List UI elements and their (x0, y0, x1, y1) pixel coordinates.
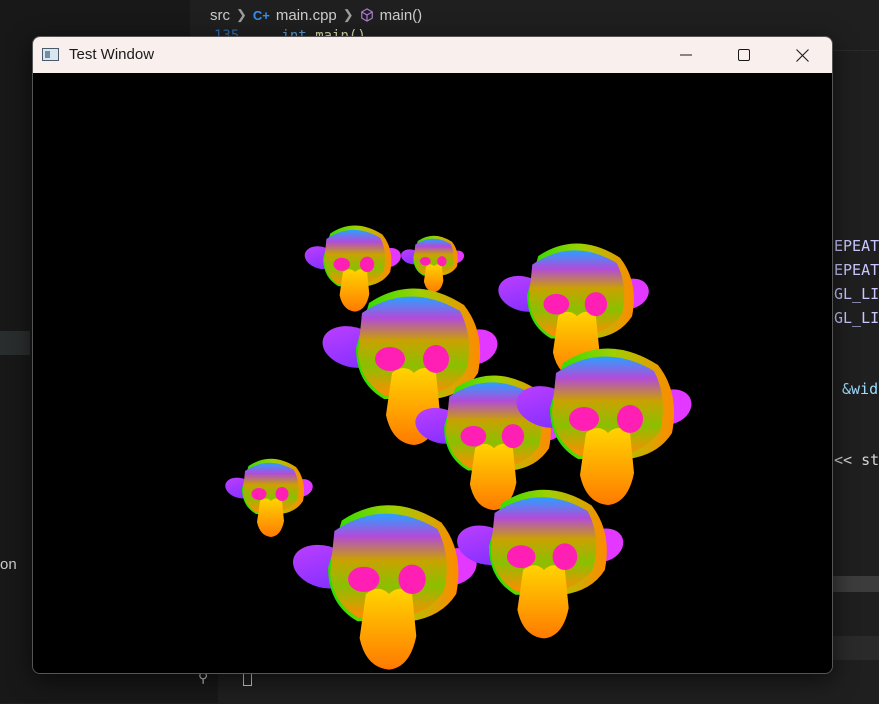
window-title: Test Window (69, 46, 155, 63)
breadcrumb-symbol[interactable]: main() (380, 7, 423, 24)
close-icon (795, 48, 809, 62)
code-fragment: << st (834, 451, 879, 469)
code-fragment: EPEAT (834, 237, 879, 255)
maximize-button[interactable] (715, 37, 773, 73)
editor-visible-area (832, 50, 879, 704)
method-cube-icon (360, 8, 373, 22)
close-button[interactable] (773, 37, 831, 73)
code-fragment: GL_LI (834, 285, 879, 303)
sidebar-selected-row[interactable] (0, 331, 30, 355)
cpp-file-icon: C+ (252, 7, 270, 23)
breadcrumb-folder[interactable]: src (210, 7, 230, 24)
monkey-head (222, 458, 316, 537)
sidebar-text-fragment: on (0, 556, 17, 573)
monkey-head (452, 489, 629, 639)
code-fragment: GL_LI (834, 309, 879, 327)
app-window-icon (42, 48, 59, 61)
minimize-button[interactable] (657, 37, 715, 73)
breadcrumb-file[interactable]: main.cpp (276, 7, 337, 24)
chevron-right-icon: ❯ (342, 7, 354, 22)
minimize-icon (680, 54, 692, 56)
chevron-right-icon: ❯ (236, 7, 247, 22)
monkey-scene (222, 225, 697, 670)
monkey-head (288, 505, 482, 670)
breadcrumb: src ❯ C+ main.cpp ❯ main() (210, 4, 422, 26)
maximize-icon (738, 49, 750, 61)
monkey-head (399, 235, 466, 293)
code-fragment: EPEAT (834, 261, 879, 279)
horizontal-scrollbar[interactable] (832, 576, 879, 592)
window-titlebar[interactable]: Test Window (33, 37, 832, 73)
test-window[interactable]: Test Window (32, 36, 833, 674)
code-fragment: &wid (842, 380, 879, 398)
terminal-header (832, 636, 879, 660)
opengl-canvas[interactable] (33, 73, 832, 673)
terminal-cursor[interactable] (243, 672, 252, 686)
